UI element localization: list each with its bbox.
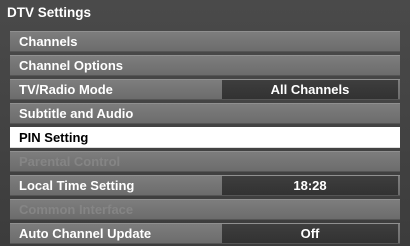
menu-item-label: TV/Radio Mode	[19, 82, 113, 97]
menu-item-label: Channel Options	[19, 58, 123, 73]
menu-item-label: Common Interface	[19, 202, 134, 217]
menu-item-local-time-setting[interactable]: Local Time Setting 18:28	[10, 175, 400, 196]
menu-item-label: Local Time Setting	[19, 178, 135, 193]
menu-item-label: Parental Control	[19, 154, 121, 169]
tv-radio-mode-value[interactable]: All Channels	[222, 80, 398, 99]
menu-item-tv-radio-mode[interactable]: TV/Radio Mode All Channels	[10, 79, 400, 100]
menu-item-parental-control: Parental Control	[10, 151, 400, 172]
auto-channel-update-value[interactable]: Off	[222, 224, 398, 243]
menu-title: DTV Settings	[7, 5, 92, 20]
dtv-settings-panel: DTV Settings Channels Channel Options TV…	[0, 0, 410, 246]
menu-item-pin-setting[interactable]: PIN Setting	[10, 127, 400, 148]
menu-item-channels[interactable]: Channels	[10, 31, 400, 52]
menu-item-label: Subtitle and Audio	[19, 106, 134, 121]
menu-item-label: Channels	[19, 34, 78, 49]
menu-item-common-interface: Common Interface	[10, 199, 400, 220]
menu-item-channel-options[interactable]: Channel Options	[10, 55, 400, 76]
menu-item-label: PIN Setting	[19, 130, 89, 145]
local-time-value[interactable]: 18:28	[222, 176, 398, 195]
menu-item-label: Auto Channel Update	[19, 226, 152, 241]
menu-item-subtitle-audio[interactable]: Subtitle and Audio	[10, 103, 400, 124]
menu-item-auto-channel-update[interactable]: Auto Channel Update Off	[10, 223, 400, 244]
